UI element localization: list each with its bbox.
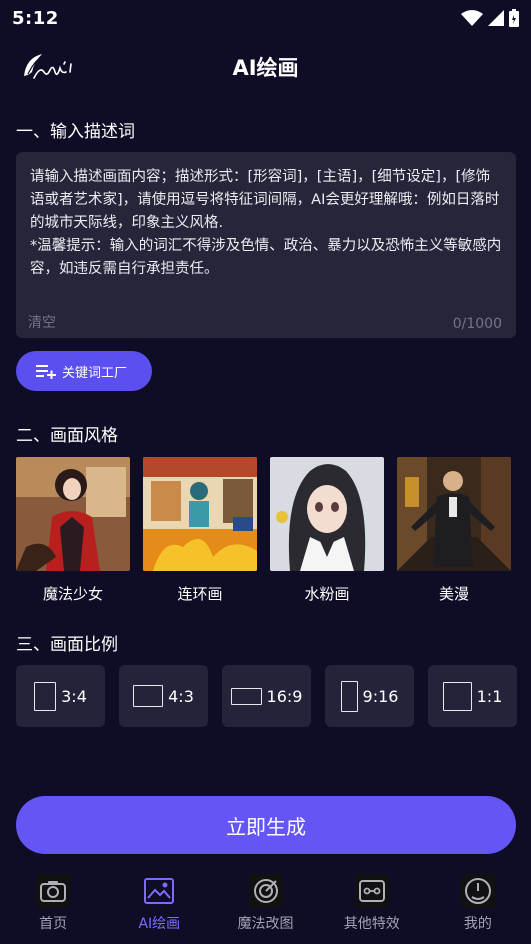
style-label: 美漫 xyxy=(438,585,469,603)
style-label: 连环画 xyxy=(177,585,223,603)
ratio-label: 9:16 xyxy=(362,686,399,706)
nav-label: 首页 xyxy=(39,916,68,932)
page-title: AI绘画 xyxy=(232,56,299,80)
nav-label: 其他特效 xyxy=(343,916,400,932)
gouache-thumbnail xyxy=(270,457,384,571)
nav-label: 我的 xyxy=(463,916,492,932)
ratio-label: 3:4 xyxy=(61,686,87,706)
list-add-icon xyxy=(36,365,56,379)
effects-icon xyxy=(354,874,389,908)
ratio-label: 1:1 xyxy=(476,686,503,706)
style-section-title: 二、画面风格 xyxy=(16,426,118,446)
status-bar: 5:12 xyxy=(0,0,531,36)
prompt-section-title: 一、输入描述词 xyxy=(16,122,135,142)
prompt-placeholder: 请输入描述画面内容；描述形式：[形容词]，[主语]，[细节设定]，[修饰语或者艺… xyxy=(30,169,502,277)
keyword-factory-label: 关键词工厂 xyxy=(62,365,128,381)
camera-icon xyxy=(36,874,71,908)
nav-item-ai-painting[interactable]: AI绘画 xyxy=(106,866,212,944)
ratio-label: 16:9 xyxy=(266,686,303,706)
ratio-wide-icon xyxy=(230,687,262,705)
clear-button[interactable]: 清空 xyxy=(28,312,56,332)
profile-icon xyxy=(460,874,495,908)
char-counter: 0/1000 xyxy=(452,316,502,332)
status-icons xyxy=(461,9,519,27)
ratio-label: 4:3 xyxy=(168,686,194,706)
comic-thumbnail xyxy=(143,457,257,571)
ratio-square-icon xyxy=(442,681,472,711)
prompt-textarea[interactable]: 请输入描述画面内容；描述形式：[形容词]，[主语]，[细节设定]，[修饰语或者艺… xyxy=(16,152,516,338)
wifi-icon xyxy=(461,10,483,26)
style-card-american-comic[interactable]: 美漫 xyxy=(397,457,511,604)
nav-item-magic-edit[interactable]: 魔法改图 xyxy=(212,866,318,944)
american-comic-thumbnail xyxy=(397,457,511,571)
battery-icon xyxy=(509,9,519,27)
ratio-option-16-9[interactable]: 16:9 xyxy=(222,665,311,727)
bottom-nav: 首页 AI绘画 魔法改图 其他特效 我的 xyxy=(0,866,531,944)
style-card-magic-girl[interactable]: 魔法少女 xyxy=(16,457,130,604)
ratio-option-3-4[interactable]: 3:4 xyxy=(16,665,105,727)
style-label: 魔法少女 xyxy=(42,585,103,603)
nav-item-effects[interactable]: 其他特效 xyxy=(319,866,425,944)
ratio-section-title: 三、画面比例 xyxy=(16,635,118,655)
ratio-tall-icon xyxy=(340,680,358,712)
image-icon xyxy=(142,874,176,908)
header: AI绘画 xyxy=(0,44,531,88)
magic-girl-thumbnail xyxy=(16,457,130,571)
ratio-option-9-16[interactable]: 9:16 xyxy=(325,665,414,727)
style-card-gouache[interactable]: 水粉画 xyxy=(270,457,384,604)
ratio-option-4-3[interactable]: 4:3 xyxy=(119,665,208,727)
nav-label: AI绘画 xyxy=(138,916,181,932)
nav-label: 魔法改图 xyxy=(237,916,294,932)
generate-button[interactable]: 立即生成 xyxy=(16,796,516,854)
nav-item-home[interactable]: 首页 xyxy=(0,866,106,944)
signal-icon xyxy=(488,10,504,26)
target-icon xyxy=(248,874,283,908)
nav-item-profile[interactable]: 我的 xyxy=(425,866,531,944)
keyword-factory-button[interactable]: 关键词工厂 xyxy=(16,351,152,391)
style-label: 水粉画 xyxy=(304,585,350,603)
ratio-landscape-icon xyxy=(133,685,164,707)
status-time: 5:12 xyxy=(12,7,59,29)
ratio-option-1-1[interactable]: 1:1 xyxy=(428,665,517,727)
style-card-comic[interactable]: 连环画 xyxy=(143,457,257,604)
ratio-portrait-icon xyxy=(34,681,57,711)
